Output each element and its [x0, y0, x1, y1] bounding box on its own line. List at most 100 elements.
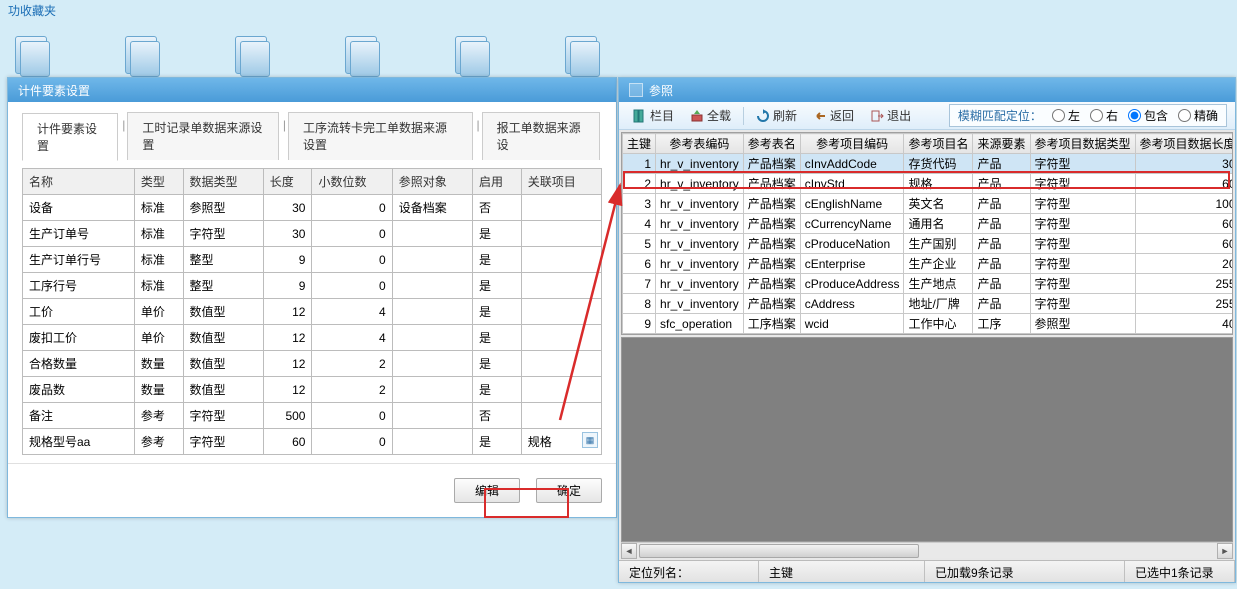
cell[interactable]: sfc_operation: [656, 314, 744, 334]
cell[interactable]: [521, 273, 601, 299]
table-row[interactable]: 废扣工价单价数值型124是: [23, 325, 602, 351]
cell[interactable]: 产品: [973, 294, 1030, 314]
cell[interactable]: 6: [623, 254, 656, 274]
tb-exit[interactable]: 退出: [864, 105, 917, 126]
cell[interactable]: [521, 351, 601, 377]
tb-refresh[interactable]: 刷新: [750, 105, 803, 126]
cell[interactable]: 英文名: [904, 194, 973, 214]
cell[interactable]: 参考: [134, 403, 183, 429]
cell[interactable]: 产品档案: [743, 234, 800, 254]
cell[interactable]: 40: [1135, 314, 1233, 334]
radio-left[interactable]: 左: [1052, 107, 1080, 124]
cell[interactable]: 产品: [973, 214, 1030, 234]
cell[interactable]: 字符型: [1030, 194, 1135, 214]
cell[interactable]: cProduceAddress: [800, 274, 904, 294]
col-header[interactable]: 关联项目: [521, 169, 601, 195]
col-header[interactable]: 参考项目编码: [800, 134, 904, 154]
cell[interactable]: 0: [312, 403, 392, 429]
cell[interactable]: hr_v_inventory: [656, 214, 744, 234]
cell[interactable]: 参照型: [183, 195, 263, 221]
dialog-titlebar[interactable]: 参照: [619, 78, 1235, 102]
cell[interactable]: 整型: [183, 247, 263, 273]
cell[interactable]: 是: [473, 247, 522, 273]
cell[interactable]: 2: [623, 174, 656, 194]
doc-icon[interactable]: [20, 41, 50, 77]
cell[interactable]: 单价: [134, 299, 183, 325]
cell[interactable]: 500: [263, 403, 312, 429]
cell[interactable]: 4: [312, 299, 392, 325]
cell[interactable]: [392, 247, 472, 273]
cell[interactable]: [392, 429, 472, 455]
cell[interactable]: [392, 351, 472, 377]
cell[interactable]: 整型: [183, 273, 263, 299]
table-row[interactable]: 工序行号标准整型90是: [23, 273, 602, 299]
cell[interactable]: 工序档案: [743, 314, 800, 334]
reference-table-wrap[interactable]: 主键参考表编码参考表名参考项目编码参考项目名来源要素参考项目数据类型参考项目数据…: [621, 132, 1233, 335]
col-header[interactable]: 参考项目数据类型: [1030, 134, 1135, 154]
cell[interactable]: [521, 221, 601, 247]
cell[interactable]: cProduceNation: [800, 234, 904, 254]
doc-icon[interactable]: [240, 41, 270, 77]
cell[interactable]: 30: [1135, 154, 1233, 174]
cell[interactable]: 单价: [134, 325, 183, 351]
cell[interactable]: hr_v_inventory: [656, 294, 744, 314]
cell[interactable]: 30: [263, 195, 312, 221]
cell[interactable]: 备注: [23, 403, 135, 429]
cell[interactable]: 规格: [904, 174, 973, 194]
cell[interactable]: 5: [623, 234, 656, 254]
cell[interactable]: 产品: [973, 174, 1030, 194]
table-row[interactable]: 6hr_v_inventory产品档案cEnterprise生产企业产品字符型2…: [623, 254, 1234, 274]
table-row[interactable]: 规格型号aa参考字符型600是规格▦: [23, 429, 602, 455]
cell[interactable]: 工价: [23, 299, 135, 325]
cell[interactable]: hr_v_inventory: [656, 174, 744, 194]
table-row[interactable]: 生产订单号标准字符型300是: [23, 221, 602, 247]
cell[interactable]: 2: [312, 351, 392, 377]
cell[interactable]: [392, 273, 472, 299]
cell[interactable]: 4: [312, 325, 392, 351]
cell[interactable]: 是: [473, 377, 522, 403]
cell[interactable]: 标准: [134, 273, 183, 299]
col-header[interactable]: 参考表编码: [656, 134, 744, 154]
cell[interactable]: 12: [263, 377, 312, 403]
hscrollbar[interactable]: ◄ ►: [621, 542, 1233, 558]
cell[interactable]: 0: [312, 221, 392, 247]
cell[interactable]: 20: [1135, 254, 1233, 274]
cell[interactable]: 12: [263, 325, 312, 351]
tb-loadall[interactable]: 全载: [684, 105, 737, 126]
cell[interactable]: 3: [623, 194, 656, 214]
cell[interactable]: 9: [623, 314, 656, 334]
cell[interactable]: 产品档案: [743, 154, 800, 174]
cell[interactable]: 废扣工价: [23, 325, 135, 351]
table-row[interactable]: 2hr_v_inventory产品档案cInvStd规格产品字符型60: [623, 174, 1234, 194]
edit-button[interactable]: 编辑: [454, 478, 520, 503]
cell[interactable]: 0: [312, 273, 392, 299]
cell[interactable]: 地址/厂牌: [904, 294, 973, 314]
tab-worktime-source[interactable]: 工时记录单数据来源设置: [127, 112, 278, 160]
cell[interactable]: 设备档案: [392, 195, 472, 221]
cell[interactable]: 产品: [973, 234, 1030, 254]
col-header[interactable]: 小数位数: [312, 169, 392, 195]
cell[interactable]: [392, 325, 472, 351]
tb-back[interactable]: 返回: [807, 105, 860, 126]
table-row[interactable]: 废品数数量数值型122是: [23, 377, 602, 403]
cell[interactable]: 生产企业: [904, 254, 973, 274]
cell[interactable]: hr_v_inventory: [656, 154, 744, 174]
table-row[interactable]: 设备标准参照型300设备档案否: [23, 195, 602, 221]
cell[interactable]: 是: [473, 273, 522, 299]
cell[interactable]: 参考: [134, 429, 183, 455]
cell[interactable]: 产品档案: [743, 214, 800, 234]
cell[interactable]: 数量: [134, 351, 183, 377]
cell[interactable]: [521, 195, 601, 221]
cell[interactable]: 255: [1135, 274, 1233, 294]
cell[interactable]: 工序: [973, 314, 1030, 334]
cell[interactable]: 4: [623, 214, 656, 234]
table-row[interactable]: 3hr_v_inventory产品档案cEnglishName英文名产品字符型1…: [623, 194, 1234, 214]
cell[interactable]: 0: [312, 195, 392, 221]
col-header[interactable]: 参照对象: [392, 169, 472, 195]
cell[interactable]: 字符型: [1030, 234, 1135, 254]
cell[interactable]: 规格型号aa: [23, 429, 135, 455]
cell[interactable]: 产品档案: [743, 254, 800, 274]
cell[interactable]: 否: [473, 403, 522, 429]
cell[interactable]: hr_v_inventory: [656, 274, 744, 294]
cell[interactable]: 规格▦: [521, 429, 601, 455]
